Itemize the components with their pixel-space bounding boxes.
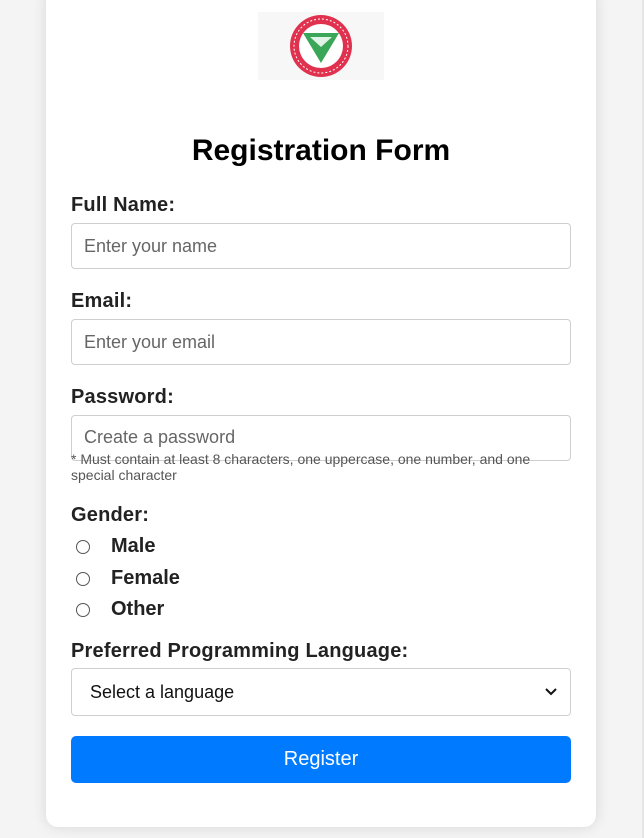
female-label: Female [111,567,180,589]
page: Registration Form Full Name: Email: Pass… [0,0,644,838]
male-label: Male [111,535,156,557]
password-label: Password: [71,386,174,408]
gender-option-other[interactable]: Other [76,598,164,621]
university-logo [258,12,384,80]
email-input[interactable] [71,319,571,365]
seal-icon [290,15,352,77]
register-button[interactable]: Register [71,736,571,783]
other-radio[interactable] [76,602,90,617]
page-title: Registration Form [191,134,451,167]
gender-label: Gender: [71,504,150,526]
other-label: Other [111,598,165,620]
gender-option-female[interactable]: Female [76,567,180,590]
female-radio[interactable] [76,571,90,586]
male-radio[interactable] [76,539,90,554]
language-label: Preferred Programming Language: [71,640,409,662]
full-name-input[interactable] [71,223,571,269]
email-label: Email: [71,290,133,312]
full-name-label: Full Name: [71,194,176,216]
password-hint: * Must contain at least 8 characters, on… [71,451,531,483]
gender-option-male[interactable]: Male [76,535,155,558]
language-select[interactable]: Select a language [71,668,571,716]
language-select-value: Select a language [90,681,235,702]
chevron-down-icon [544,685,558,699]
